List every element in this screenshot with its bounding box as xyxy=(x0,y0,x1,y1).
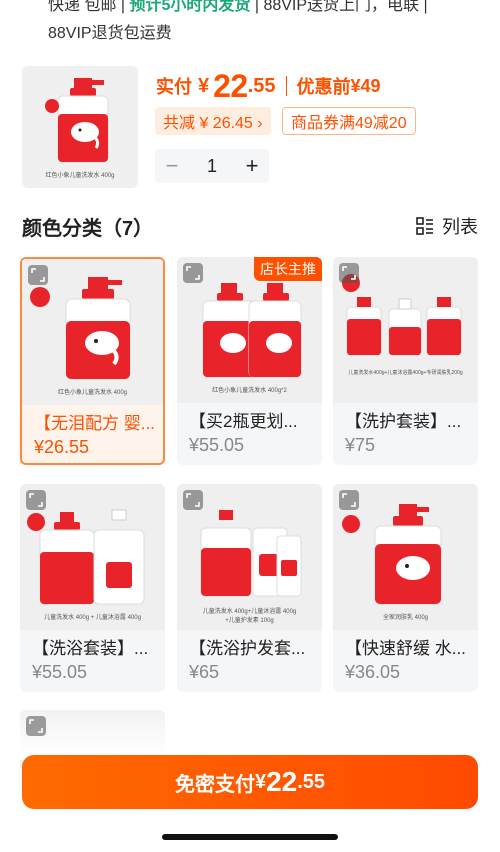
variant-caption: 儿童洗发水 400g + 儿童沐浴露 400g xyxy=(44,615,141,621)
before-discount-label: 优惠前 xyxy=(296,77,351,97)
ship-time-text: 预计5小时内发货 xyxy=(129,0,251,14)
variant-price: ¥55.05 xyxy=(32,662,88,682)
password-free-pay-button[interactable]: 免密支付 ¥ 22 .55 xyxy=(22,755,478,809)
variant-caption: 儿童洗发水 400g+儿童沐浴露 400g xyxy=(202,609,297,615)
variant-card[interactable]: 全家润肤乳 400g 【快速舒缓 水... ¥36.05 xyxy=(333,484,478,692)
variant-card[interactable]: 儿童洗发水400g+儿童沐浴露400g+专研润肤乳200g 【洗护套装】... … xyxy=(333,257,478,465)
expand-icon[interactable] xyxy=(28,265,48,285)
expand-icon[interactable] xyxy=(183,263,203,283)
pay-button-integer: 22 xyxy=(266,766,298,797)
variant-price: ¥36.05 xyxy=(345,662,401,682)
variant-price: ¥55.05 xyxy=(189,435,245,455)
thumbnail-caption: 红色小象儿童洗发水 400g xyxy=(45,173,115,179)
variant-caption: 儿童洗发水400g+儿童沐浴露400g+专研润肤乳200g xyxy=(348,370,463,376)
shop-recommend-badge: 店长主推 xyxy=(254,257,322,281)
variant-caption-2: +儿童护发素 100g xyxy=(225,618,274,624)
home-indicator[interactable] xyxy=(162,834,338,840)
pay-button-text: 免密支付 xyxy=(174,773,255,796)
variant-card[interactable]: 儿童洗发水 400g + 儿童沐浴露 400g 【洗浴套装】... ¥55.05 xyxy=(20,484,165,692)
quantity-stepper: − 1 + xyxy=(155,149,269,183)
delivery-line1-a: 快递 包邮 | xyxy=(48,0,130,14)
price-row: 实付 ¥ 22 .55 优惠前 ¥49 xyxy=(156,66,381,106)
delivery-line2: 88VIP退货包运费 xyxy=(48,25,172,42)
variant-price: ¥65 xyxy=(189,662,220,682)
list-label: 列表 xyxy=(442,217,478,237)
product-thumbnail[interactable]: 红色小象儿童洗发水 400g xyxy=(22,66,138,188)
variant-caption: 红色小象儿童洗发水 400g*2 xyxy=(212,388,287,394)
delivery-info: 快递 包邮 | 预计5小时内发货 | 88VIP送货上门，电联 | 88VIP退… xyxy=(48,0,468,48)
variant-price: ¥75 xyxy=(345,435,376,455)
expand-icon[interactable] xyxy=(339,263,359,283)
pay-button-decimal: .55 xyxy=(297,770,326,793)
currency-symbol: ¥ xyxy=(198,74,210,97)
before-discount-price: ¥49 xyxy=(350,75,381,96)
expand-icon[interactable] xyxy=(183,490,203,510)
bottom-fade xyxy=(0,700,500,760)
variant-title: 【快速舒缓 水... xyxy=(345,639,466,658)
variant-caption: 红色小象儿童洗发水 400g xyxy=(57,390,127,396)
price-integer: 22 xyxy=(213,67,248,104)
pay-button-currency: ¥ xyxy=(254,770,267,793)
pay-label: 实付 xyxy=(156,77,192,97)
variant-card[interactable]: 儿童洗发水 400g+儿童沐浴露 400g +儿童护发素 100g 【洗浴护发套… xyxy=(177,484,322,692)
list-view-toggle[interactable]: 列表 xyxy=(416,213,478,239)
list-icon xyxy=(416,217,433,235)
expand-icon[interactable] xyxy=(26,490,46,510)
variant-caption: 全家润肤乳 400g xyxy=(382,615,428,621)
coupon-tag: 商品券满49减20 xyxy=(282,107,416,135)
variant-title: 【买2瓶更划... xyxy=(189,412,298,431)
variant-title: 【无泪配方 婴... xyxy=(34,414,155,433)
variant-title: 【洗浴护发套... xyxy=(189,639,306,658)
increase-button[interactable]: + xyxy=(235,153,269,179)
variant-card[interactable]: 红色小象儿童洗发水 400g*2 店长主推 【买2瓶更划... ¥55.05 xyxy=(177,257,322,465)
decrease-button[interactable]: − xyxy=(155,153,189,179)
variant-card[interactable]: 红色小象儿童洗发水 400g 【无泪配方 婴... ¥26.55 xyxy=(20,257,165,465)
price-decimal: .55 xyxy=(247,74,276,97)
delivery-line1-b: | 88VIP送货上门，电联 | xyxy=(250,0,428,14)
variant-price: ¥26.55 xyxy=(34,437,90,457)
variant-title: 【洗浴套装】... xyxy=(32,639,149,658)
expand-icon[interactable] xyxy=(26,716,46,736)
total-savings-tag[interactable]: 共减 ¥ 26.45 › xyxy=(155,107,271,135)
variant-section-title: 颜色分类（7） xyxy=(22,218,154,240)
expand-icon[interactable] xyxy=(339,490,359,510)
price-divider xyxy=(285,76,287,96)
variant-title: 【洗护套装】... xyxy=(345,412,462,431)
quantity-value[interactable]: 1 xyxy=(189,156,235,177)
